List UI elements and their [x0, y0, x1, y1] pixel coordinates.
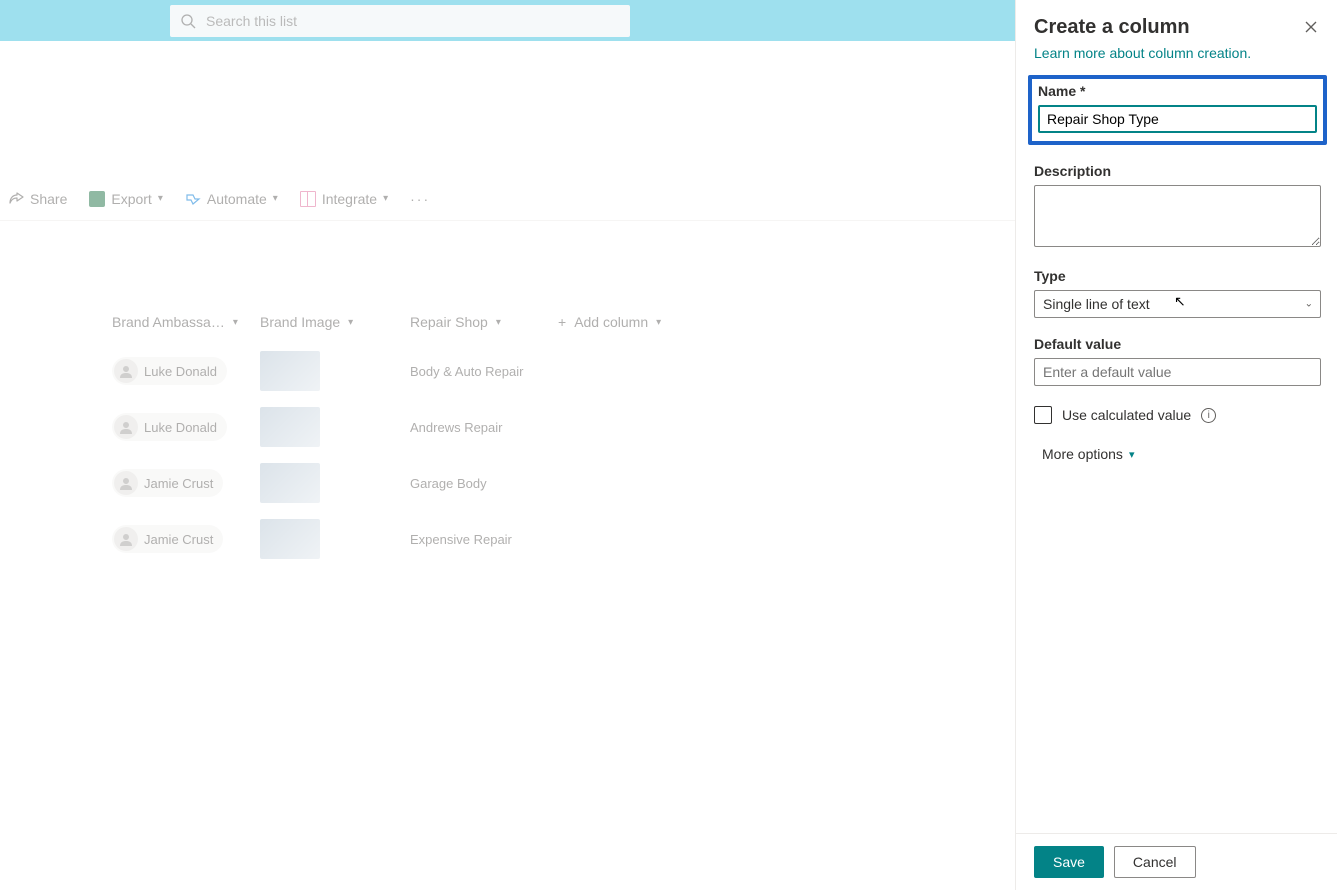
avatar-icon [114, 359, 138, 383]
export-button[interactable]: Export ▾ [89, 191, 163, 207]
column-header-label: Brand Ambassa… [112, 314, 225, 330]
default-value-input[interactable] [1034, 358, 1321, 386]
close-button[interactable] [1301, 16, 1321, 40]
column-header-label: Repair Shop [410, 314, 488, 330]
search-box[interactable] [170, 5, 630, 37]
persona-name: Jamie Crust [144, 532, 213, 547]
info-icon[interactable]: i [1201, 408, 1216, 423]
more-icon: ··· [410, 191, 430, 207]
persona-name: Jamie Crust [144, 476, 213, 491]
add-column-label: Add column [574, 314, 648, 330]
share-button[interactable]: Share [8, 191, 67, 207]
persona-pill[interactable]: Luke Donald [112, 357, 227, 385]
search-input[interactable] [206, 13, 620, 29]
integrate-button[interactable]: Integrate ▾ [300, 191, 388, 207]
share-label: Share [30, 191, 67, 207]
chevron-down-icon: ▾ [656, 317, 661, 328]
automate-label: Automate [207, 191, 267, 207]
automate-icon [185, 191, 201, 207]
panel-title: Create a column [1034, 16, 1190, 39]
plus-icon: + [558, 314, 566, 330]
repair-shop-cell: Andrews Repair [410, 420, 558, 435]
chevron-down-icon: ▾ [158, 193, 163, 204]
persona-name: Luke Donald [144, 420, 217, 435]
column-header-brand-image[interactable]: Brand Image ▾ [260, 314, 410, 330]
avatar-icon [114, 471, 138, 495]
name-input[interactable] [1038, 105, 1317, 133]
excel-icon [89, 191, 105, 207]
learn-more-link[interactable]: Learn more about column creation. [1034, 45, 1251, 61]
brand-image-thumbnail[interactable] [260, 407, 320, 447]
column-header-label: Brand Image [260, 314, 340, 330]
column-header-brand-ambassador[interactable]: Brand Ambassa… ▾ [112, 314, 260, 330]
calculated-value-checkbox-row[interactable]: Use calculated value i [1034, 406, 1321, 424]
create-column-panel: Create a column Learn more about column … [1015, 0, 1337, 890]
name-label: Name * [1038, 83, 1317, 99]
chevron-down-icon: ▾ [233, 317, 238, 328]
type-value: Single line of text [1034, 290, 1321, 318]
default-value-label: Default value [1034, 336, 1321, 352]
save-button[interactable]: Save [1034, 846, 1104, 878]
repair-shop-cell: Expensive Repair [410, 532, 558, 547]
integrate-icon [300, 191, 316, 207]
more-options-label: More options [1042, 446, 1123, 462]
more-commands-button[interactable]: ··· [410, 191, 430, 207]
integrate-label: Integrate [322, 191, 377, 207]
description-input[interactable] [1034, 185, 1321, 247]
chevron-down-icon: ▾ [383, 193, 388, 204]
brand-image-thumbnail[interactable] [260, 351, 320, 391]
avatar-icon [114, 527, 138, 551]
name-field-highlight: Name * [1028, 75, 1327, 145]
description-label: Description [1034, 163, 1321, 179]
type-select[interactable]: Single line of text ⌄ ↖ [1034, 290, 1321, 318]
calculated-value-label: Use calculated value [1062, 407, 1191, 423]
brand-image-thumbnail[interactable] [260, 519, 320, 559]
persona-pill[interactable]: Luke Donald [112, 413, 227, 441]
cancel-button[interactable]: Cancel [1114, 846, 1196, 878]
persona-pill[interactable]: Jamie Crust [112, 525, 223, 553]
chevron-down-icon: ▾ [348, 317, 353, 328]
more-options-toggle[interactable]: More options ▾ [1042, 446, 1321, 462]
brand-image-thumbnail[interactable] [260, 463, 320, 503]
export-label: Export [111, 191, 151, 207]
share-icon [8, 191, 24, 207]
type-label: Type [1034, 268, 1321, 284]
chevron-down-icon: ▾ [1129, 448, 1135, 461]
persona-pill[interactable]: Jamie Crust [112, 469, 223, 497]
avatar-icon [114, 415, 138, 439]
persona-name: Luke Donald [144, 364, 217, 379]
close-icon [1305, 21, 1317, 33]
repair-shop-cell: Garage Body [410, 476, 558, 491]
chevron-down-icon: ▾ [273, 193, 278, 204]
automate-button[interactable]: Automate ▾ [185, 191, 278, 207]
checkbox-icon[interactable] [1034, 406, 1052, 424]
repair-shop-cell: Body & Auto Repair [410, 364, 558, 379]
search-icon [180, 13, 196, 29]
column-header-repair-shop[interactable]: Repair Shop ▾ [410, 314, 558, 330]
panel-footer: Save Cancel [1016, 833, 1337, 890]
add-column-button[interactable]: + Add column ▾ [558, 314, 708, 330]
chevron-down-icon: ▾ [496, 317, 501, 328]
